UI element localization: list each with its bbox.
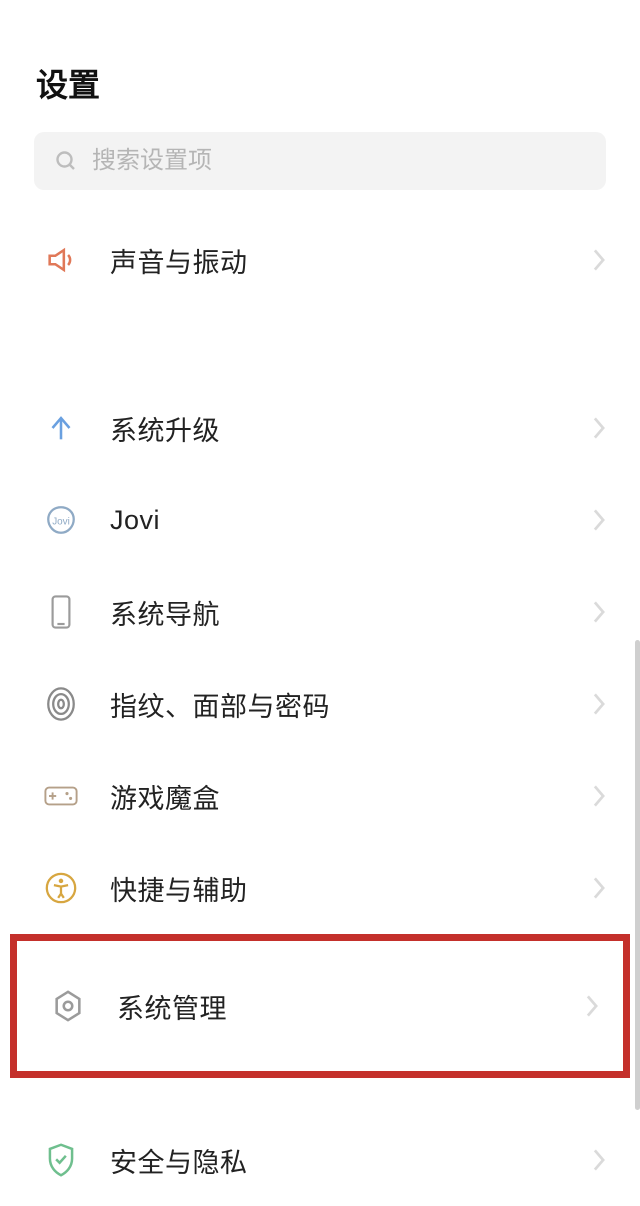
chevron-right-icon [592, 877, 606, 899]
jovi-icon: Jovi [42, 503, 80, 537]
row-system-navigation[interactable]: 系统导航 [0, 566, 640, 658]
row-label: 指纹、面部与密码 [110, 685, 562, 724]
gamepad-icon [42, 782, 80, 810]
chevron-right-icon [592, 249, 606, 271]
svg-text:Jovi: Jovi [52, 516, 70, 527]
shield-check-icon [42, 1142, 80, 1178]
chevron-right-icon [592, 785, 606, 807]
search-input[interactable] [92, 147, 586, 175]
row-jovi[interactable]: Jovi Jovi [0, 474, 640, 566]
phone-icon [42, 594, 80, 630]
row-fingerprint-face-password[interactable]: 指纹、面部与密码 [0, 658, 640, 750]
row-label: 系统升级 [110, 409, 562, 448]
row-label: 快捷与辅助 [110, 869, 562, 908]
row-label: 游戏魔盒 [110, 777, 562, 816]
chevron-right-icon [592, 1149, 606, 1171]
scrollbar[interactable] [635, 640, 640, 1110]
row-label: 系统管理 [117, 987, 555, 1026]
row-label: Jovi [110, 505, 562, 536]
row-shortcuts-accessibility[interactable]: 快捷与辅助 [0, 842, 640, 934]
fingerprint-icon [42, 687, 80, 721]
chevron-right-icon [585, 995, 599, 1017]
accessibility-icon [42, 871, 80, 905]
search-icon [54, 149, 78, 173]
page-title: 设置 [0, 0, 640, 132]
row-label: 声音与振动 [110, 241, 562, 280]
chevron-right-icon [592, 693, 606, 715]
row-label: 安全与隐私 [110, 1141, 562, 1180]
chevron-right-icon [592, 509, 606, 531]
search-bar[interactable] [34, 132, 606, 190]
row-game-box[interactable]: 游戏魔盒 [0, 750, 640, 842]
row-system-management[interactable]: 系统管理 [17, 941, 623, 1071]
chevron-right-icon [592, 417, 606, 439]
row-label: 系统导航 [110, 593, 562, 632]
highlighted-row-box: 系统管理 [10, 934, 630, 1078]
arrow-up-icon [42, 411, 80, 445]
row-security-privacy[interactable]: 安全与隐私 [0, 1114, 640, 1206]
row-sound-vibration[interactable]: 声音与振动 [0, 214, 640, 306]
chevron-right-icon [592, 601, 606, 623]
row-system-update[interactable]: 系统升级 [0, 382, 640, 474]
hex-gear-icon [49, 989, 87, 1023]
volume-icon [42, 243, 80, 277]
